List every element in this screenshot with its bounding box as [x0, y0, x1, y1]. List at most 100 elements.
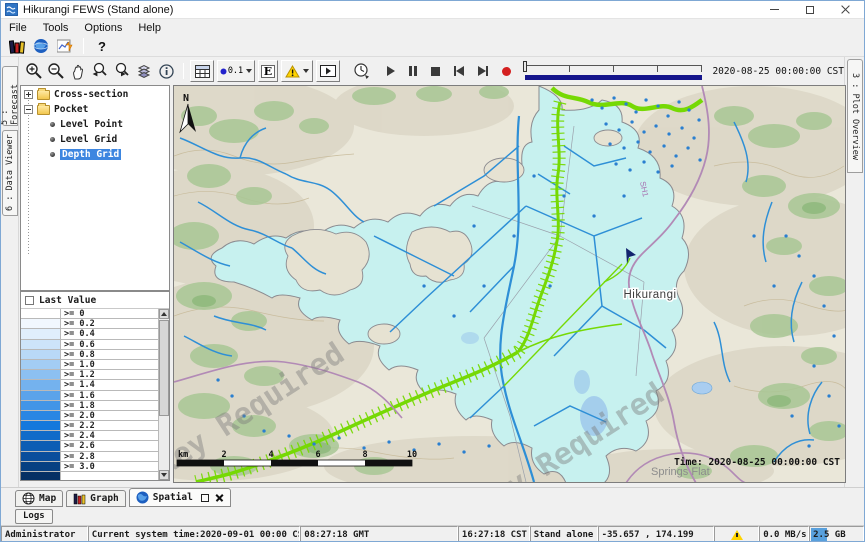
tree-node-level-point[interactable]: Level Point	[21, 118, 169, 131]
legend-value: >= 1.8	[61, 401, 158, 410]
scale-unit: km	[178, 450, 188, 460]
legend-row[interactable]: >= 0.2	[21, 319, 158, 329]
window-title: Hikurangi FEWS (Stand alone)	[23, 4, 173, 16]
legend-row[interactable]: >= 2.8	[21, 452, 158, 462]
legend-swatch	[21, 401, 61, 410]
spatial-tab-icon	[136, 491, 149, 504]
warning-icon	[731, 530, 743, 540]
legend-table: >= 0 >= 0.2 >= 0.4 >= 0.6 >= 0.8 >= 1.0 …	[21, 309, 158, 480]
clock-icon	[353, 62, 371, 80]
town-label: Hikurangi	[623, 289, 676, 301]
legend-row[interactable]: >= 0.4	[21, 329, 158, 339]
menu-file[interactable]: File	[1, 19, 35, 36]
legend-row[interactable]: >= 3.0	[21, 462, 158, 472]
tree-node-pocket[interactable]: Pocket	[21, 103, 169, 116]
legend-row[interactable]: >= 2.0	[21, 411, 158, 421]
legend-row[interactable]: >= 0.6	[21, 340, 158, 350]
map-canvas[interactable]: API Key Required API Key Required Hikura…	[174, 86, 846, 483]
scrollbar-thumb[interactable]	[159, 320, 169, 416]
tree-node-depth-grid[interactable]: Depth Grid	[21, 148, 169, 161]
close-button[interactable]	[828, 1, 864, 18]
maximize-button[interactable]	[792, 1, 828, 18]
tree-node-label: Level Grid	[60, 134, 117, 145]
animation-button[interactable]	[316, 60, 340, 82]
labels-toggle-button[interactable]: E	[258, 60, 278, 82]
help-button[interactable]: ?	[90, 37, 114, 56]
status-warning[interactable]	[714, 526, 759, 542]
pause-button[interactable]	[409, 66, 417, 76]
label-icon: E	[261, 65, 275, 78]
minimize-button[interactable]	[756, 1, 792, 18]
legend-swatch	[21, 360, 61, 369]
menu-options[interactable]: Options	[76, 19, 130, 36]
display-tabs-row: Map Graph Spatial	[1, 487, 864, 507]
tree-node-label: Level Point	[60, 119, 123, 130]
zoom-out-icon	[47, 62, 65, 80]
contour-interval-dropdown[interactable]: 0.1	[217, 60, 255, 82]
tree-node-level-grid[interactable]: Level Grid	[21, 133, 169, 146]
timestep-button[interactable]	[351, 60, 373, 82]
legend-swatch	[21, 319, 61, 328]
legend-scrollbar[interactable]	[158, 309, 169, 480]
tab-spatial[interactable]: Spatial	[129, 488, 231, 507]
thresholds-dropdown[interactable]	[281, 60, 313, 82]
legend-row[interactable]: >= 2.2	[21, 421, 158, 431]
pan-button[interactable]	[67, 60, 89, 82]
legend-value: >= 3.0	[61, 462, 158, 471]
map-time-label: Time: 2020-08-25 00:00:00 CST	[674, 457, 840, 468]
record-icon	[502, 67, 511, 76]
legend-value: >= 1.4	[61, 380, 158, 389]
tab-data-viewer[interactable]: 6 : Data Viewer	[2, 130, 18, 216]
legend-row[interactable]: >= 1.2	[21, 370, 158, 380]
legend-row[interactable]: >= 0	[21, 309, 158, 319]
last-value-checkbox[interactable]	[25, 296, 34, 305]
timeseries-dialog-button[interactable]	[53, 37, 77, 56]
grid-display-button[interactable]	[190, 60, 214, 82]
zoom-previous-button[interactable]	[89, 60, 111, 82]
legend-swatch	[21, 370, 61, 379]
maximize-panel-icon[interactable]	[201, 494, 209, 502]
legend-row[interactable]: >= 1.0	[21, 360, 158, 370]
legend-row[interactable]: >= 1.4	[21, 380, 158, 390]
legend-row[interactable]: >= 1.8	[21, 401, 158, 411]
tab-graph[interactable]: Graph	[66, 490, 126, 507]
menu-help[interactable]: Help	[130, 19, 169, 36]
time-slider-handle[interactable]	[523, 61, 527, 72]
bullet-icon	[50, 137, 55, 142]
north-label: N	[183, 93, 189, 104]
scroll-down-icon[interactable]	[159, 470, 169, 480]
legend-swatch	[21, 309, 61, 318]
zoom-out-button[interactable]	[45, 60, 67, 82]
graph-tab-icon	[73, 492, 86, 505]
legend-value	[61, 472, 158, 480]
status-local-time: 16:27:18 CST	[458, 526, 530, 542]
stop-button[interactable]	[431, 67, 440, 76]
logs-button[interactable]: Logs	[15, 509, 53, 524]
tab-map[interactable]: Map	[15, 490, 63, 507]
zoom-in-button[interactable]	[23, 60, 45, 82]
info-button[interactable]	[155, 60, 177, 82]
skip-to-start-button[interactable]	[454, 66, 464, 76]
database-viewer-button[interactable]	[5, 37, 29, 56]
scroll-up-icon[interactable]	[159, 309, 169, 319]
legend-row[interactable]: >= 2.6	[21, 441, 158, 451]
tab-plot-overview[interactable]: 3 : Plot Overview	[847, 59, 863, 173]
zoom-next-button[interactable]	[111, 60, 133, 82]
tree-node-cross-section[interactable]: Cross-section	[21, 88, 169, 101]
play-button[interactable]	[387, 66, 395, 76]
spatial-display-button[interactable]	[29, 37, 53, 56]
close-panel-icon[interactable]	[215, 493, 224, 502]
logs-row: Logs	[1, 507, 864, 526]
legend-row[interactable]: >= 1.6	[21, 391, 158, 401]
legend-swatch	[21, 462, 61, 471]
layers-button[interactable]	[133, 60, 155, 82]
legend-row[interactable]: >= 2.4	[21, 431, 158, 441]
legend-row[interactable]: >= 0.8	[21, 350, 158, 360]
expand-icon[interactable]	[24, 90, 33, 99]
skip-to-end-button[interactable]	[478, 66, 488, 76]
time-slider[interactable]	[523, 61, 704, 81]
menu-tools[interactable]: Tools	[35, 19, 77, 36]
record-button[interactable]	[502, 67, 511, 76]
tab-forecast[interactable]: 5 : Forecast	[2, 66, 18, 126]
collapse-icon[interactable]	[24, 105, 33, 114]
